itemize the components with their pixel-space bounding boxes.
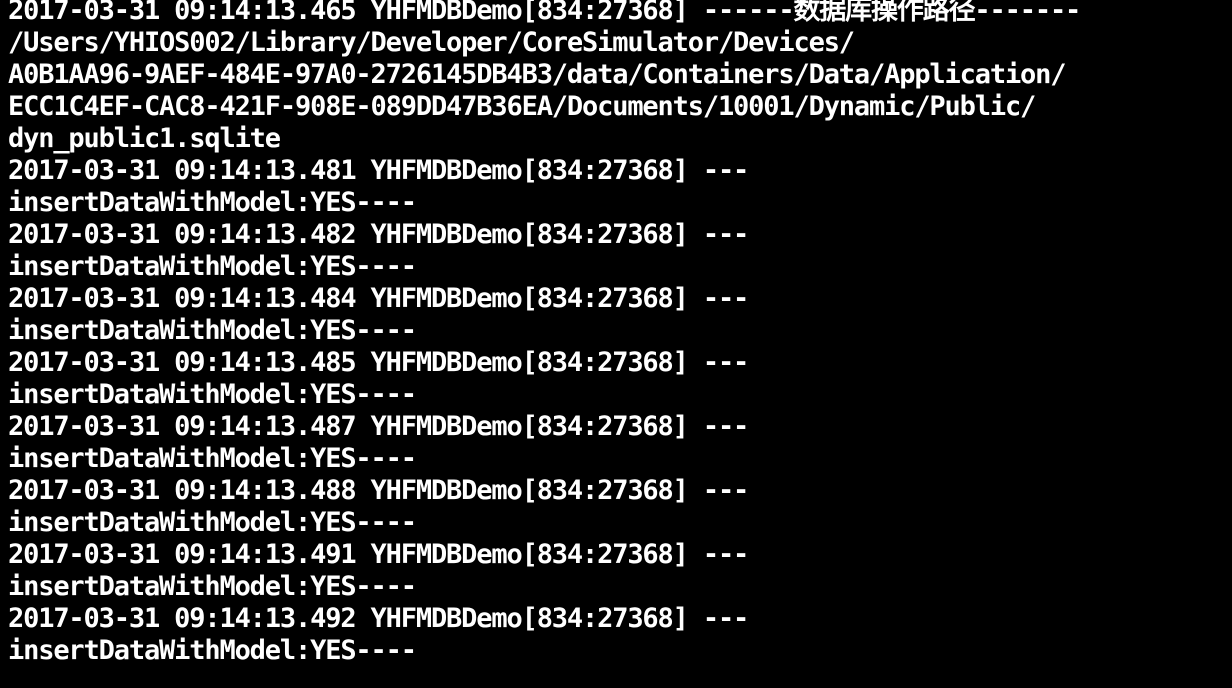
log-line: 2017-03-31 09:14:13.482 YHFMDBDemo[834:2… bbox=[8, 219, 749, 250]
log-line: 2017-03-31 09:14:13.487 YHFMDBDemo[834:2… bbox=[8, 411, 749, 442]
log-line: insertDataWithModel:YES---- bbox=[8, 379, 417, 410]
log-line: ECC1C4EF-CAC8-421F-908E-089DD47B36EA/Doc… bbox=[8, 91, 1036, 122]
log-line: 2017-03-31 09:14:13.484 YHFMDBDemo[834:2… bbox=[8, 283, 749, 314]
log-line: insertDataWithModel:YES---- bbox=[8, 315, 417, 346]
log-line: A0B1AA96-9AEF-484E-97A0-2726145DB4B3/dat… bbox=[8, 59, 1067, 90]
log-line: insertDataWithModel:YES---- bbox=[8, 635, 417, 666]
log-line: 2017-03-31 09:14:13.465 YHFMDBDemo[834:2… bbox=[8, 0, 1081, 26]
log-line: insertDataWithModel:YES---- bbox=[8, 443, 417, 474]
log-line: insertDataWithModel:YES---- bbox=[8, 571, 417, 602]
log-line: 2017-03-31 09:14:13.485 YHFMDBDemo[834:2… bbox=[8, 347, 749, 378]
log-line: insertDataWithModel:YES---- bbox=[8, 187, 417, 218]
log-line: insertDataWithModel:YES---- bbox=[8, 507, 417, 538]
log-line: 2017-03-31 09:14:13.492 YHFMDBDemo[834:2… bbox=[8, 603, 749, 634]
log-line: 2017-03-31 09:14:13.488 YHFMDBDemo[834:2… bbox=[8, 475, 749, 506]
log-line: insertDataWithModel:YES---- bbox=[8, 251, 417, 282]
log-line: 2017-03-31 09:14:13.491 YHFMDBDemo[834:2… bbox=[8, 539, 749, 570]
console-output[interactable]: 2017-03-31 09:14:13.465 YHFMDBDemo[834:2… bbox=[0, 0, 1232, 683]
log-line: 2017-03-31 09:14:13.481 YHFMDBDemo[834:2… bbox=[8, 155, 749, 186]
log-line: /Users/YHIOS002/Library/Developer/CoreSi… bbox=[8, 27, 855, 58]
log-line: dyn_public1.sqlite bbox=[8, 123, 281, 154]
